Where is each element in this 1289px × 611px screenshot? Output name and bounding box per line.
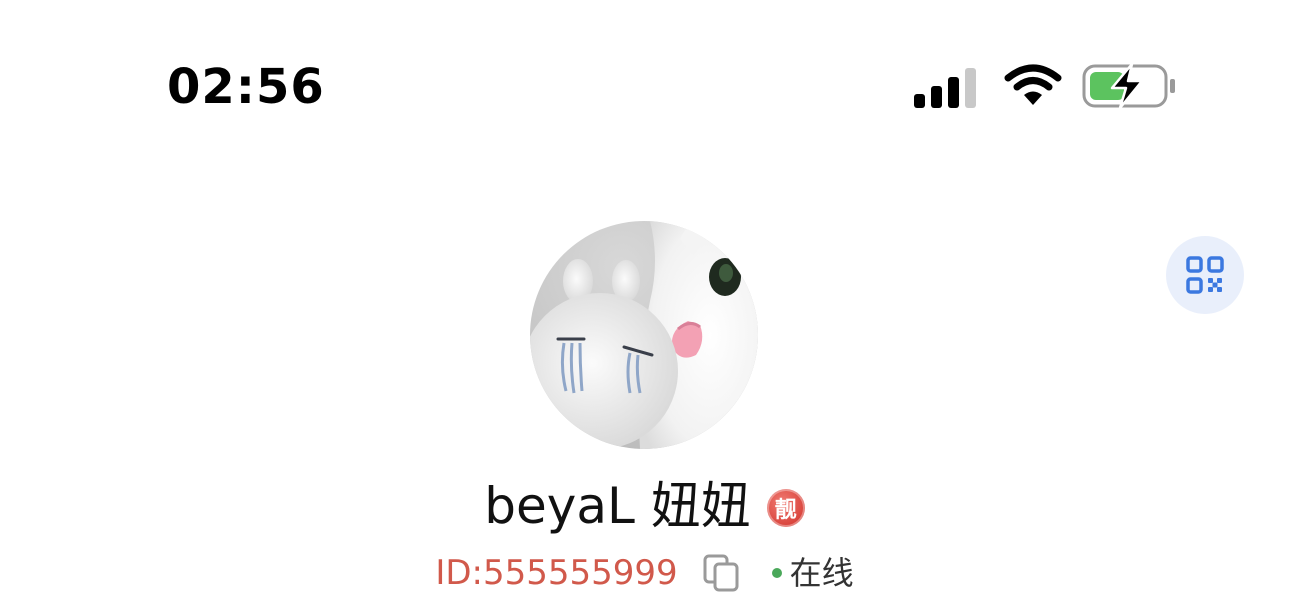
status-time: 02:56 [167, 59, 325, 115]
online-status-dot [771, 568, 782, 578]
user-id: ID:555555999 [435, 553, 678, 593]
qr-code-button[interactable] [1166, 236, 1244, 314]
wifi-icon [1004, 64, 1062, 105]
status-icons [912, 62, 1182, 110]
online-status-text: 在线 [789, 554, 854, 592]
profile-name-row: beyaL 妞妞 靓 [0, 474, 1289, 538]
avatar[interactable] [530, 221, 758, 449]
profile-id-row: ID:555555999 在线 [0, 550, 1289, 596]
avatar-image [530, 221, 758, 449]
copy-icon[interactable] [702, 553, 742, 593]
pretty-number-badge: 靓 [766, 489, 805, 527]
user-name: beyaL 妞妞 [484, 477, 751, 535]
battery-charging-icon [1082, 62, 1175, 110]
qr-code-icon [1186, 256, 1224, 294]
signal-icon [914, 68, 976, 108]
